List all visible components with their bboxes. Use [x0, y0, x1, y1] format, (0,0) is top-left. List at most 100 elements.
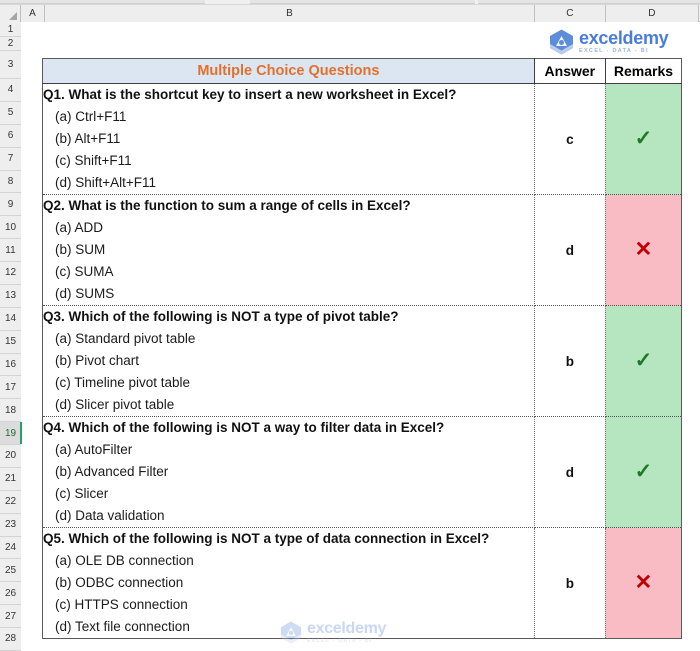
watermark-tagline: EXCEL - DATA - BI [307, 637, 373, 644]
question-row: Q1. What is the shortcut key to insert a… [42, 83, 682, 195]
column-header-bar: A B C D [0, 5, 700, 22]
remark-cell[interactable]: ✓ [605, 83, 682, 195]
question-option: (d) Shift+Alt+F11 [55, 175, 157, 190]
row-header-25[interactable]: 25 [0, 559, 21, 583]
row-header-6[interactable]: 6 [0, 124, 21, 148]
row-header-13[interactable]: 13 [0, 284, 21, 308]
row-header-gutter: 1 2 3 4 5 6 7 8 9 10 11 12 13 14 15 16 17 18 19 20 21 22 23 24 2… [0, 22, 22, 651]
remark-cell[interactable]: ✓ [605, 416, 682, 528]
exceldemy-hexagon-logo-icon [550, 29, 573, 55]
logo-text-block: exceldemy EXCEL - DATA - BI [579, 28, 669, 55]
row-header-14[interactable]: 14 [0, 307, 21, 331]
chrome-segment-mid [250, 0, 475, 4]
question-option: (b) Pivot chart [55, 353, 140, 368]
table-title: Multiple Choice Questions [42, 58, 535, 84]
logo-tagline: EXCEL - DATA - BI [579, 48, 649, 55]
question-option: (d) Text file connection [55, 619, 190, 634]
column-header-answer: Answer [534, 58, 606, 84]
question-option: (c) HTTPS connection [55, 597, 188, 612]
row-header-5[interactable]: 5 [0, 101, 21, 125]
row-header-3[interactable]: 3 [0, 51, 21, 79]
row-header-12[interactable]: 12 [0, 262, 21, 285]
column-header-c[interactable]: C [535, 5, 606, 22]
answer-cell[interactable]: d [534, 416, 606, 528]
worksheet-canvas: exceldemy EXCEL - DATA - BI Multiple Cho… [22, 22, 700, 651]
question-option: (b) SUM [55, 242, 106, 257]
question-option: (c) Slicer [55, 486, 109, 501]
answer-cell[interactable]: b [534, 527, 606, 639]
chrome-segment-right [478, 0, 700, 4]
question-option: (d) SUMS [55, 286, 115, 301]
row-header-22[interactable]: 22 [0, 490, 21, 514]
question-option: (d) Data validation [55, 508, 165, 523]
cross-mark-icon: ✕ [634, 571, 653, 594]
remark-cell[interactable]: ✕ [605, 194, 682, 306]
question-option: (a) Ctrl+F11 [55, 109, 127, 124]
check-mark-icon: ✓ [634, 127, 653, 150]
row-header-18[interactable]: 18 [0, 399, 21, 423]
question-cell[interactable]: Q4. Which of the following is NOT a way … [42, 416, 535, 528]
row-header-28[interactable]: 28 [0, 628, 21, 651]
answer-cell[interactable]: c [534, 83, 606, 195]
question-option: (a) AutoFilter [55, 442, 133, 457]
mcq-table: Multiple Choice Questions Answer Remarks Q1… [42, 58, 682, 639]
question-option: (c) SUMA [55, 264, 114, 279]
question-option: (c) Timeline pivot table [55, 375, 191, 390]
question-option: (b) Advanced Filter [55, 464, 169, 479]
column-header-b[interactable]: B [45, 5, 535, 22]
question-cell[interactable]: Q1. What is the shortcut key to insert a… [42, 83, 535, 195]
row-header-8[interactable]: 8 [0, 170, 21, 194]
question-option: (a) Standard pivot table [55, 331, 196, 346]
row-header-24[interactable]: 24 [0, 536, 21, 560]
remark-cell[interactable]: ✓ [605, 305, 682, 417]
question-option: (b) ODBC connection [55, 575, 184, 590]
row-header-9[interactable]: 9 [0, 193, 21, 217]
question-row: Q3. Which of the following is NOT a type… [42, 305, 682, 417]
row-header-2[interactable]: 2 [0, 37, 21, 51]
answer-cell[interactable]: b [534, 305, 606, 417]
question-text: Q3. Which of the following is NOT a type… [43, 309, 399, 324]
check-mark-icon: ✓ [634, 460, 653, 483]
cross-mark-icon: ✕ [634, 238, 653, 261]
row-header-4[interactable]: 4 [0, 79, 21, 102]
row-header-17[interactable]: 17 [0, 376, 21, 400]
answer-cell[interactable]: d [534, 194, 606, 306]
question-option: (a) OLE DB connection [55, 553, 194, 568]
logo-wordmark: exceldemy [579, 28, 669, 49]
question-text: Q5. Which of the following is NOT a type… [43, 531, 490, 546]
question-row: Q4. Which of the following is NOT a way … [42, 416, 682, 528]
question-cell[interactable]: Q2. What is the function to sum a range … [42, 194, 535, 306]
column-header-remarks: Remarks [605, 58, 682, 84]
question-text: Q4. Which of the following is NOT a way … [43, 420, 445, 435]
question-cell[interactable]: Q5. Which of the following is NOT a type… [42, 527, 535, 639]
select-all-corner[interactable] [0, 5, 21, 22]
row-header-21[interactable]: 21 [0, 467, 21, 491]
chrome-segment-left [0, 0, 205, 4]
column-header-d[interactable]: D [606, 5, 699, 22]
row-header-23[interactable]: 23 [0, 513, 21, 537]
remark-cell[interactable]: ✕ [605, 527, 682, 639]
check-mark-icon: ✓ [634, 349, 653, 372]
row-header-19[interactable]: 19 [0, 422, 22, 445]
question-cell[interactable]: Q3. Which of the following is NOT a type… [42, 305, 535, 417]
row-header-15[interactable]: 15 [0, 330, 21, 354]
question-text: Q1. What is the shortcut key to insert a… [43, 87, 457, 102]
row-header-27[interactable]: 27 [0, 605, 21, 628]
row-header-26[interactable]: 26 [0, 582, 21, 606]
row-header-16[interactable]: 16 [0, 353, 21, 377]
table-header-row: Multiple Choice Questions Answer Remarks [42, 58, 682, 84]
row-header-1[interactable]: 1 [0, 22, 21, 37]
question-option: (b) Alt+F11 [55, 131, 121, 146]
question-row: Q5. Which of the following is NOT a type… [42, 527, 682, 639]
column-header-a[interactable]: A [21, 5, 45, 22]
row-header-7[interactable]: 7 [0, 147, 21, 171]
row-header-11[interactable]: 11 [0, 239, 21, 262]
question-row: Q2. What is the function to sum a range … [42, 194, 682, 306]
exceldemy-logo: exceldemy EXCEL - DATA - BI [549, 27, 699, 57]
question-option: (c) Shift+F11 [55, 153, 132, 168]
question-option: (a) ADD [55, 220, 104, 235]
row-header-10[interactable]: 10 [0, 216, 21, 240]
row-header-20[interactable]: 20 [0, 445, 21, 468]
question-text: Q2. What is the function to sum a range … [43, 198, 411, 213]
question-option: (d) Slicer pivot table [55, 397, 175, 412]
